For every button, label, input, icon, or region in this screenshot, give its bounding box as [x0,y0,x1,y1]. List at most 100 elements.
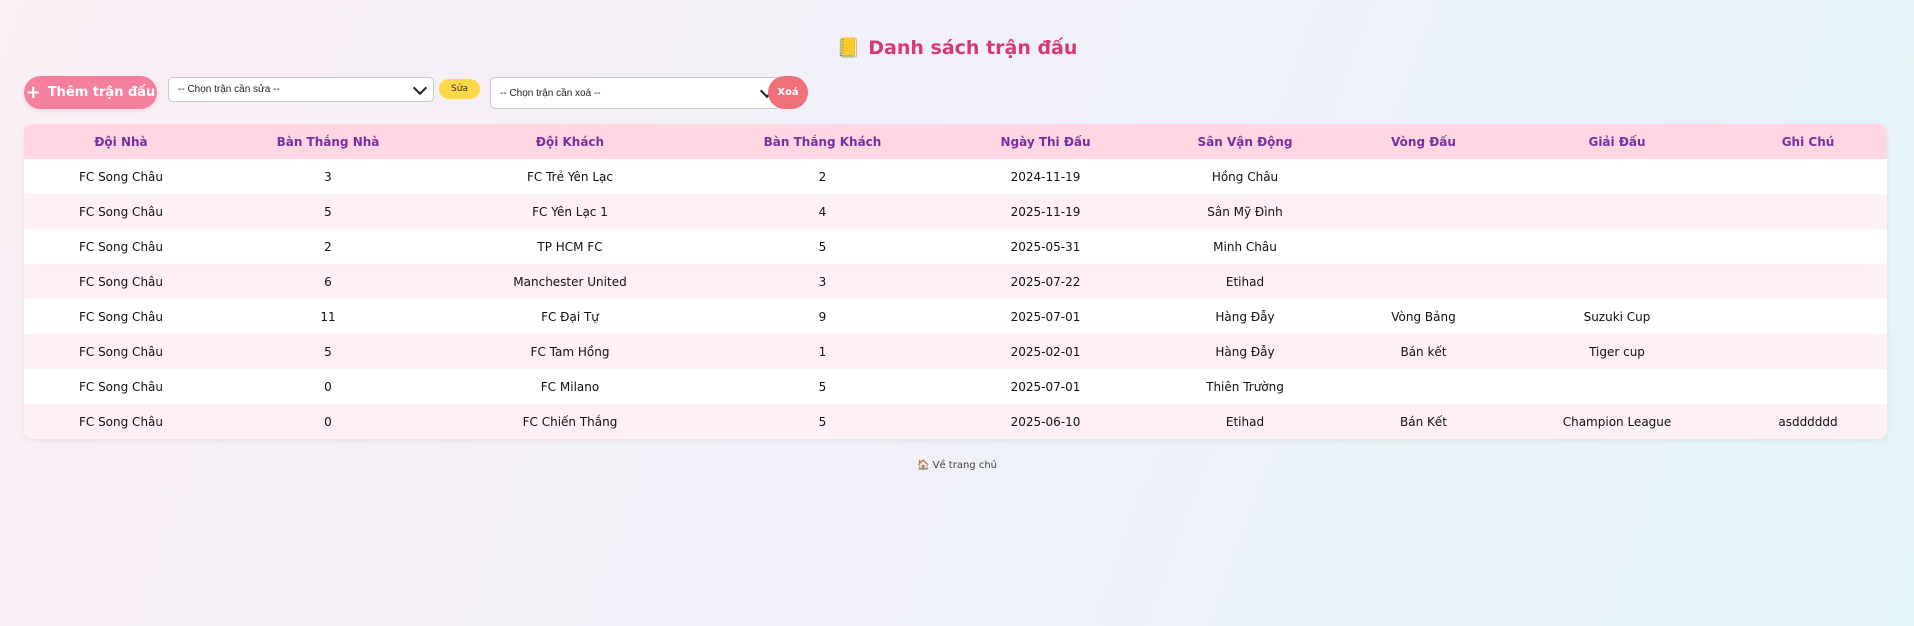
cell-away-goals: 2 [702,159,943,194]
cell-home-goals: 6 [218,264,438,299]
cell-away-team: FC Yên Lạc 1 [438,194,702,229]
delete-match-select[interactable]: -- Chọn trận cần xoá -- [490,77,781,109]
cell-home-team: FC Song Châu [24,229,218,264]
table-row[interactable]: FC Song Châu 2 TP HCM FC 5 2025-05-31 Mi… [24,229,1887,264]
cell-match-date: 2025-07-01 [943,299,1148,334]
add-match-label: Thêm trận đấu [47,85,156,100]
cell-home-goals: 3 [218,159,438,194]
cell-tournament [1505,194,1729,229]
delete-match-select-value: -- Chọn trận cần xoá -- [500,87,601,99]
col-header-away-team[interactable]: Đội Khách [438,124,702,159]
cell-note [1729,229,1887,264]
table-row[interactable]: FC Song Châu 0 FC Chiến Thắng 5 2025-06-… [24,404,1887,439]
cell-stadium: Etihad [1148,264,1342,299]
cell-away-team: FC Đại Tự [438,299,702,334]
col-header-note[interactable]: Ghi Chú [1729,124,1887,159]
col-header-tournament[interactable]: Giải Đấu [1505,124,1729,159]
home-link[interactable]: 🏠 Về trang chủ [0,460,1914,471]
home-icon: 🏠 [916,460,930,471]
cell-tournament [1505,159,1729,194]
cell-home-goals: 2 [218,229,438,264]
cell-away-team: FC Trẻ Yên Lạc [438,159,702,194]
cell-home-team: FC Song Châu [24,264,218,299]
edit-button[interactable]: Sửa [439,79,480,99]
cell-round [1342,159,1505,194]
col-header-home-goals[interactable]: Bàn Thắng Nhà [218,124,438,159]
home-link-label: Về trang chủ [932,460,997,471]
cell-match-date: 2025-07-22 [943,264,1148,299]
cell-round: Vòng Bảng [1342,299,1505,334]
cell-away-team: FC Milano [438,369,702,404]
cell-home-team: FC Song Châu [24,194,218,229]
table-row[interactable]: FC Song Châu 5 FC Yên Lạc 1 4 2025-11-19… [24,194,1887,229]
cell-note: asdddddd [1729,404,1887,439]
cell-stadium: Sân Mỹ Đình [1148,194,1342,229]
table-body: FC Song Châu 3 FC Trẻ Yên Lạc 2 2024-11-… [24,159,1887,439]
cell-home-goals: 0 [218,404,438,439]
cell-note [1729,159,1887,194]
edit-match-select-value: -- Chọn trận cần sửa -- [178,84,280,95]
cell-away-goals: 1 [702,334,943,369]
cell-home-team: FC Song Châu [24,334,218,369]
cell-match-date: 2025-07-01 [943,369,1148,404]
cell-note [1729,264,1887,299]
table-row[interactable]: FC Song Châu 0 FC Milano 5 2025-07-01 Th… [24,369,1887,404]
cell-round [1342,264,1505,299]
table-row[interactable]: FC Song Châu 5 FC Tam Hồng 1 2025-02-01 … [24,334,1887,369]
cell-away-goals: 5 [702,229,943,264]
chevron-down-icon [412,80,428,95]
cell-tournament: Tiger cup [1505,334,1729,369]
cell-match-date: 2024-11-19 [943,159,1148,194]
cell-tournament [1505,369,1729,404]
cell-home-team: FC Song Châu [24,159,218,194]
cell-away-goals: 4 [702,194,943,229]
cell-home-team: FC Song Châu [24,404,218,439]
cell-home-goals: 0 [218,369,438,404]
cell-round [1342,194,1505,229]
edit-match-select[interactable]: -- Chọn trận cần sửa -- [168,77,434,102]
table-row[interactable]: FC Song Châu 11 FC Đại Tự 9 2025-07-01 H… [24,299,1887,334]
cell-round [1342,229,1505,264]
cell-home-team: FC Song Châu [24,299,218,334]
cell-home-goals: 5 [218,334,438,369]
cell-home-goals: 11 [218,299,438,334]
cell-away-team: FC Tam Hồng [438,334,702,369]
matches-table-container: Đội Nhà Bàn Thắng Nhà Đội Khách Bàn Thắn… [24,124,1887,439]
page-title-text: Danh sách trận đấu [868,37,1078,59]
plus-icon: + [25,81,41,103]
cell-round: Bán Kết [1342,404,1505,439]
cell-note [1729,369,1887,404]
cell-tournament [1505,264,1729,299]
table-header-row: Đội Nhà Bàn Thắng Nhà Đội Khách Bàn Thắn… [24,124,1887,159]
cell-note [1729,194,1887,229]
cell-stadium: Minh Châu [1148,229,1342,264]
cell-stadium: Hồng Châu [1148,159,1342,194]
cell-stadium: Hàng Đẫy [1148,299,1342,334]
table-row[interactable]: FC Song Châu 3 FC Trẻ Yên Lạc 2 2024-11-… [24,159,1887,194]
cell-stadium: Thiên Trường [1148,369,1342,404]
cell-away-team: FC Chiến Thắng [438,404,702,439]
table-row[interactable]: FC Song Châu 6 Manchester United 3 2025-… [24,264,1887,299]
col-header-match-date[interactable]: Ngày Thi Đấu [943,124,1148,159]
cell-home-team: FC Song Châu [24,369,218,404]
cell-tournament: Suzuki Cup [1505,299,1729,334]
col-header-home-team[interactable]: Đội Nhà [24,124,218,159]
delete-button[interactable]: Xoá [768,76,808,109]
cell-away-goals: 5 [702,404,943,439]
cell-tournament: Champion League [1505,404,1729,439]
cell-match-date: 2025-05-31 [943,229,1148,264]
col-header-stadium[interactable]: Sân Vận Động [1148,124,1342,159]
cell-stadium: Etihad [1148,404,1342,439]
cell-away-goals: 5 [702,369,943,404]
cell-away-goals: 9 [702,299,943,334]
cell-tournament [1505,229,1729,264]
add-match-button[interactable]: + Thêm trận đấu [24,76,157,109]
matches-table: Đội Nhà Bàn Thắng Nhà Đội Khách Bàn Thắn… [24,124,1887,439]
cell-away-goals: 3 [702,264,943,299]
cell-home-goals: 5 [218,194,438,229]
cell-stadium: Hàng Đẫy [1148,334,1342,369]
col-header-away-goals[interactable]: Bàn Thắng Khách [702,124,943,159]
notebook-icon: 📒 [836,37,861,59]
col-header-round[interactable]: Vòng Đấu [1342,124,1505,159]
cell-away-team: TP HCM FC [438,229,702,264]
